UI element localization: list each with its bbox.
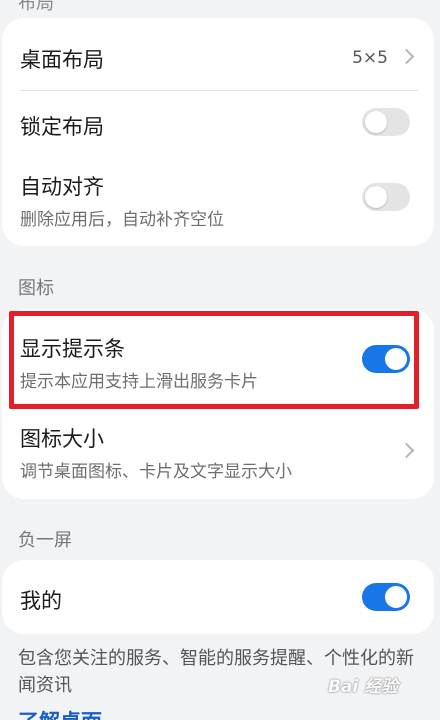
section-label-minus-one: 负一屏 xyxy=(18,530,72,551)
desktop-layout-title: 桌面布局 xyxy=(20,48,104,72)
auto-align-subtitle: 删除应用后，自动补齐空位 xyxy=(20,210,224,230)
mine-row: 我的 xyxy=(2,560,434,634)
highlight-box xyxy=(9,311,419,409)
mine-title: 我的 xyxy=(20,589,62,613)
toggle-knob xyxy=(365,111,387,133)
icon-size-title: 图标大小 xyxy=(20,427,104,451)
toggle-knob xyxy=(365,186,387,208)
lock-layout-toggle[interactable] xyxy=(362,108,410,136)
section-label-layout: 布局 xyxy=(18,0,54,14)
learn-desktop-link[interactable]: 了解桌面 xyxy=(18,706,102,720)
auto-align-toggle[interactable] xyxy=(362,183,410,211)
auto-align-row: 自动对齐 删除应用后，自动补齐空位 xyxy=(2,155,434,246)
section-label-icons: 图标 xyxy=(18,278,54,299)
desktop-layout-row[interactable]: 桌面布局 5×5 xyxy=(2,18,434,92)
icon-size-row[interactable]: 图标大小 调节桌面图标、卡片及文字显示大小 xyxy=(2,407,434,499)
icon-size-subtitle: 调节桌面图标、卡片及文字显示大小 xyxy=(20,462,292,482)
desktop-layout-value: 5×5 xyxy=(352,48,388,68)
minus-one-card: 我的 xyxy=(2,560,434,634)
lock-layout-row: 锁定布局 xyxy=(2,91,434,155)
mine-toggle[interactable] xyxy=(362,583,410,611)
chevron-right-icon xyxy=(398,48,415,65)
watermark: Bai 经验 xyxy=(328,677,399,697)
layout-card: 桌面布局 5×5 锁定布局 自动对齐 删除应用后，自动补齐空位 xyxy=(2,18,434,246)
lock-layout-title: 锁定布局 xyxy=(20,115,104,139)
chevron-right-icon xyxy=(398,442,415,459)
toggle-knob xyxy=(385,586,407,608)
auto-align-title: 自动对齐 xyxy=(20,175,104,199)
